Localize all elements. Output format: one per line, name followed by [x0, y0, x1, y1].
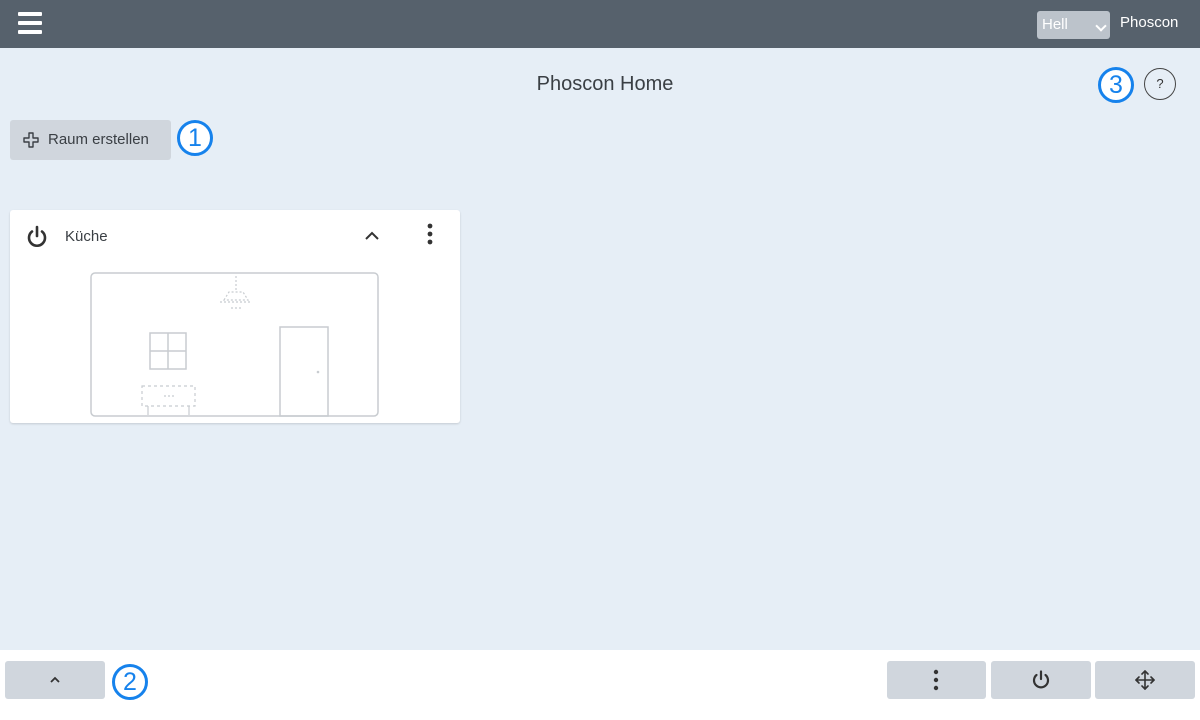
- brand-label: Phoscon: [1120, 14, 1179, 31]
- add-room-label: Raum erstellen: [48, 131, 149, 148]
- more-options-button[interactable]: [887, 661, 986, 699]
- room-illustration: [90, 272, 379, 417]
- theme-select[interactable]: Hell: [1037, 11, 1110, 39]
- room-card[interactable]: Küche: [10, 210, 460, 423]
- more-vertical-icon[interactable]: [424, 222, 436, 248]
- power-icon[interactable]: [24, 224, 50, 250]
- help-button[interactable]: ?: [1144, 68, 1176, 100]
- plus-icon: [23, 132, 39, 148]
- callout-3: 3: [1098, 67, 1134, 103]
- theme-select-value: Hell: [1042, 16, 1068, 33]
- page-title: Phoscon Home: [536, 73, 674, 95]
- top-bar: Hell Phoscon: [0, 0, 1200, 48]
- more-vertical-icon: [933, 669, 939, 691]
- power-icon: [1032, 670, 1050, 689]
- move-icon: [1135, 670, 1155, 690]
- chevron-up-icon[interactable]: [360, 224, 384, 248]
- add-room-button[interactable]: Raum erstellen: [10, 120, 171, 160]
- power-toggle-button[interactable]: [991, 661, 1091, 699]
- chevron-down-icon: [1095, 20, 1107, 32]
- reorder-button[interactable]: [1095, 661, 1195, 699]
- callout-1: 1: [177, 120, 213, 156]
- hamburger-menu-icon[interactable]: [18, 12, 42, 34]
- expand-button[interactable]: [5, 661, 105, 699]
- chevron-up-icon: [50, 676, 60, 683]
- room-name: Küche: [65, 228, 108, 245]
- callout-2: 2: [112, 664, 148, 700]
